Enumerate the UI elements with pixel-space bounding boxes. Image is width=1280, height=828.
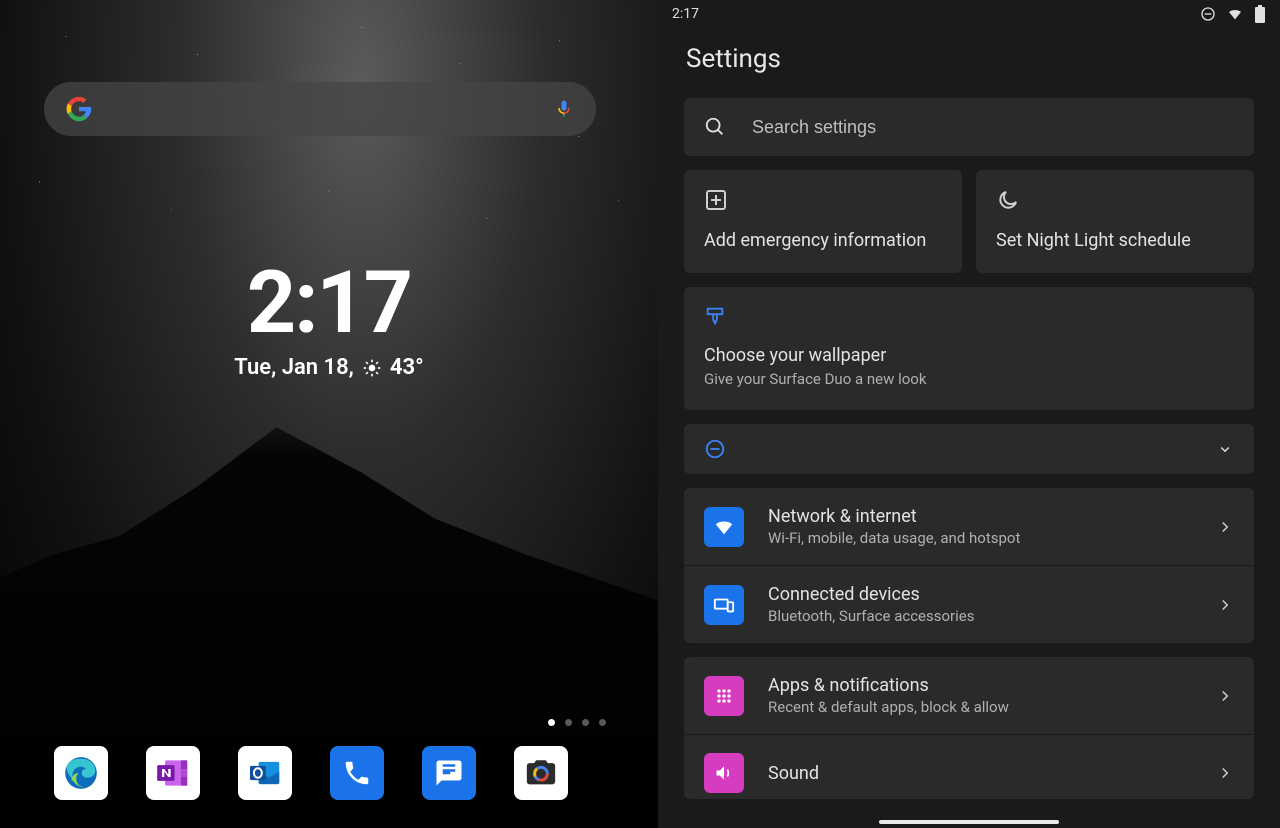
search-settings-bar[interactable]: [684, 98, 1254, 156]
settings-list: Network & internet Wi-Fi, mobile, data u…: [684, 488, 1254, 643]
wifi-icon: [704, 507, 744, 547]
clock-time: 2:17: [0, 252, 658, 353]
search-icon: [704, 116, 726, 138]
phone-icon: [342, 758, 372, 788]
chevron-right-icon: [1216, 687, 1234, 705]
onenote-icon: [154, 754, 192, 792]
nav-pill[interactable]: [879, 820, 1059, 824]
statusbar-time: 2:17: [672, 6, 699, 22]
suggestion-label: Set Night Light schedule: [996, 230, 1234, 251]
suggestion-wallpaper[interactable]: Choose your wallpaper Give your Surface …: [684, 287, 1254, 410]
wifi-status-icon: [1226, 6, 1244, 22]
item-title: Connected devices: [768, 584, 1192, 605]
weather-sunny-icon: [362, 358, 382, 378]
app-phone[interactable]: [330, 746, 384, 800]
paintbrush-icon: [704, 305, 726, 327]
wallpaper-title: Choose your wallpaper: [704, 345, 1234, 366]
settings-item-network[interactable]: Network & internet Wi-Fi, mobile, data u…: [684, 488, 1254, 565]
apps-grid-icon: [704, 676, 744, 716]
search-settings-input[interactable]: [752, 117, 1234, 138]
camera-icon: [524, 756, 558, 790]
settings-screen: 2:17 Settings Add emergency information: [658, 0, 1280, 828]
item-title: Network & internet: [768, 506, 1192, 527]
chevron-right-icon: [1216, 596, 1234, 614]
moon-icon: [996, 188, 1020, 212]
status-bar: 2:17: [658, 0, 1280, 26]
date-text: Tue, Jan 18,: [234, 355, 354, 380]
chevron-right-icon: [1216, 518, 1234, 536]
minus-circle-icon: [704, 438, 726, 460]
app-onenote[interactable]: [146, 746, 200, 800]
app-dock: [54, 746, 568, 800]
outlook-icon: [246, 754, 284, 792]
temperature-text: 43°: [390, 355, 424, 380]
item-subtitle: Bluetooth, Surface accessories: [768, 607, 1192, 625]
messages-icon: [434, 758, 464, 788]
suggestion-label: Add emergency information: [704, 230, 942, 251]
wallpaper-subtitle: Give your Surface Duo a new look: [704, 370, 1234, 388]
item-title: Apps & notifications: [768, 675, 1192, 696]
settings-item-sound[interactable]: Sound: [684, 734, 1254, 799]
app-edge[interactable]: [54, 746, 108, 800]
medical-icon: [704, 188, 728, 212]
item-subtitle: Wi-Fi, mobile, data usage, and hotspot: [768, 529, 1192, 547]
suggestions-collapse-row[interactable]: [684, 424, 1254, 474]
page-indicator: [548, 719, 606, 726]
battery-status-icon: [1254, 5, 1266, 23]
dnd-status-icon: [1200, 6, 1216, 22]
app-messages[interactable]: [422, 746, 476, 800]
chevron-down-icon: [1216, 440, 1234, 458]
google-search-bar[interactable]: [44, 82, 596, 136]
google-logo-icon: [66, 96, 92, 122]
suggestion-night-light[interactable]: Set Night Light schedule: [976, 170, 1254, 273]
home-screen: 2:17 Tue, Jan 18, 43°: [0, 0, 658, 828]
item-subtitle: Recent & default apps, block & allow: [768, 698, 1192, 716]
page-title: Settings: [658, 26, 1280, 98]
clock-widget[interactable]: 2:17 Tue, Jan 18, 43°: [0, 252, 658, 380]
gesture-nav-bar[interactable]: [658, 812, 1280, 828]
settings-list-2: Apps & notifications Recent & default ap…: [684, 657, 1254, 799]
app-camera[interactable]: [514, 746, 568, 800]
chevron-right-icon: [1216, 764, 1234, 782]
voice-search-icon[interactable]: [554, 96, 574, 122]
suggestion-emergency-info[interactable]: Add emergency information: [684, 170, 962, 273]
app-outlook[interactable]: [238, 746, 292, 800]
devices-icon: [704, 585, 744, 625]
sound-icon: [704, 753, 744, 793]
edge-icon: [62, 754, 100, 792]
item-title: Sound: [768, 763, 1192, 784]
clock-date-weather: Tue, Jan 18, 43°: [234, 355, 423, 380]
settings-item-apps[interactable]: Apps & notifications Recent & default ap…: [684, 657, 1254, 734]
settings-item-connected-devices[interactable]: Connected devices Bluetooth, Surface acc…: [684, 565, 1254, 643]
